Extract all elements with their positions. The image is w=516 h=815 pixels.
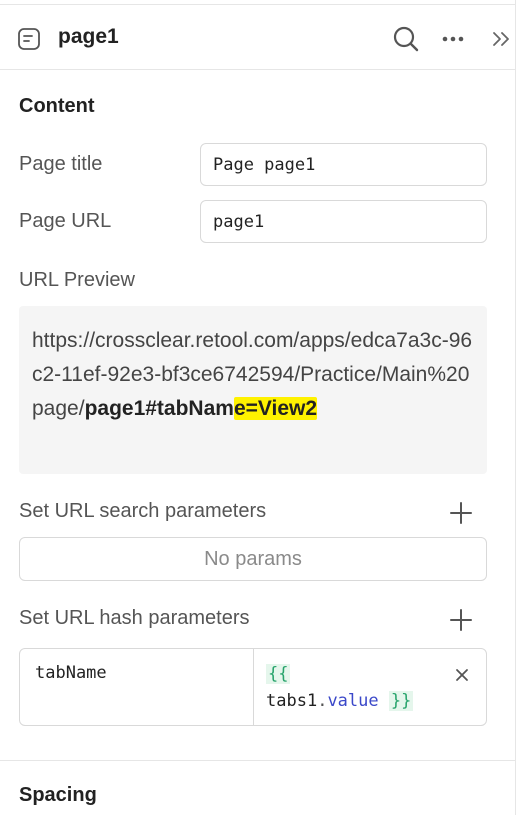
search-params-label: Set URL search parameters (19, 500, 267, 522)
hash-param-key-input[interactable]: tabName (20, 649, 254, 725)
open-brace: {{ (266, 664, 291, 684)
url-preview: https://crossclear.retool.com/apps/edca7… (19, 306, 487, 474)
hash-param-row: tabName {{ tabs1.value }} (19, 648, 487, 726)
section-divider (0, 760, 516, 761)
hash-param-value-input[interactable]: {{ tabs1.value }} (266, 661, 414, 715)
url-preview-page: page1#tabNam (84, 397, 234, 420)
page-url-label: Page URL (19, 210, 112, 232)
page-name[interactable]: page1 (58, 25, 119, 49)
close-icon[interactable] (454, 667, 470, 683)
search-params-empty: No params (19, 537, 487, 581)
inspector-header: page1 (0, 4, 516, 70)
document-icon (18, 28, 40, 50)
value-property: value (327, 691, 379, 711)
add-hash-param-icon[interactable] (448, 607, 474, 633)
search-icon[interactable] (392, 25, 420, 53)
close-brace: }} (388, 691, 414, 711)
content-section-title: Content (19, 95, 95, 117)
url-preview-highlight: e=View2 (233, 397, 318, 420)
add-search-param-icon[interactable] (448, 500, 474, 526)
value-object: tabs1 (266, 691, 318, 711)
value-dot: . (317, 691, 328, 711)
url-preview-label: URL Preview (19, 269, 135, 291)
hash-params-label: Set URL hash parameters (19, 607, 250, 629)
page-title-input[interactable]: Page page1 (200, 143, 487, 186)
spacing-section-title: Spacing (19, 784, 97, 806)
double-chevron-right-icon[interactable] (489, 27, 513, 51)
more-horizontal-icon[interactable] (440, 27, 466, 51)
page-url-input[interactable]: page1 (200, 200, 487, 243)
page-title-label: Page title (19, 153, 103, 175)
